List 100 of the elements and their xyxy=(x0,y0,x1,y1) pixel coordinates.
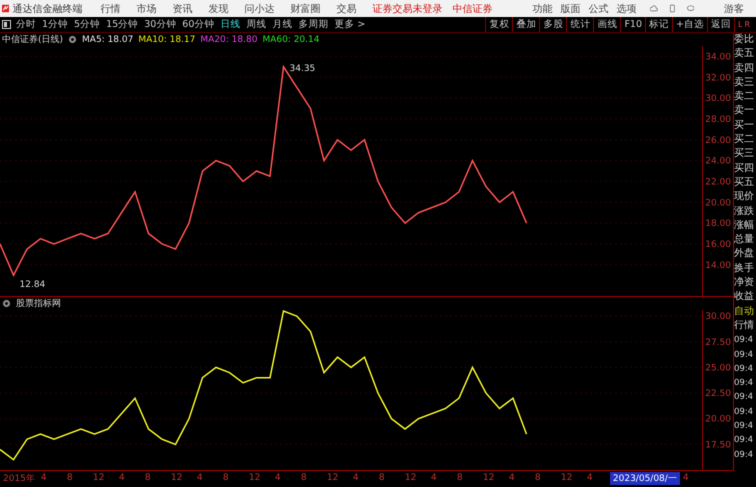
corner-label: L xyxy=(738,20,742,29)
axis-tick-label: 20.00 xyxy=(705,198,731,208)
menu-item[interactable]: 公式 xyxy=(588,2,608,16)
date-axis-label: 12 xyxy=(404,473,418,483)
panel-toggle-icon[interactable] xyxy=(2,20,11,29)
toolbar-button[interactable]: +自选 xyxy=(672,17,707,32)
menu-item[interactable]: 功能 xyxy=(532,2,552,16)
date-axis-label: 8 xyxy=(300,473,308,483)
broker-link[interactable]: 中信证券 xyxy=(452,2,492,16)
quote-field-label: 总量 xyxy=(734,233,755,248)
quote-field-label: 卖四 xyxy=(734,62,755,76)
toolbar-button[interactable]: 多股 xyxy=(539,17,566,32)
period-tab[interactable]: 1分钟 xyxy=(42,18,68,31)
tick-time-label: 09:4 xyxy=(734,448,754,462)
tick-time-label: 09:4 xyxy=(734,391,754,404)
axis-tick-label: 18.00 xyxy=(705,219,731,230)
axis-tick-label: 30.00 xyxy=(705,94,731,104)
date-axis-label: 4 xyxy=(196,473,204,483)
period-tab[interactable]: 多周期 xyxy=(298,18,328,31)
axis-tick-label: 26.00 xyxy=(705,136,731,146)
quote-field-label: 卖一 xyxy=(734,104,755,118)
quote-field-label: 卖二 xyxy=(734,90,755,104)
date-axis-label: 4 xyxy=(682,473,690,483)
axis-tick-label: 28.00 xyxy=(705,114,731,125)
date-axis-label: 8 xyxy=(222,473,230,483)
menu-item[interactable]: 资讯 xyxy=(172,2,192,16)
period-tab[interactable]: 60分钟 xyxy=(182,18,214,31)
date-axis-label: 8 xyxy=(144,473,152,483)
menu-item[interactable]: 选项 xyxy=(616,2,636,16)
period-tab[interactable]: 日线 xyxy=(220,18,240,31)
period-tab[interactable]: 周线 xyxy=(246,18,266,31)
date-axis-label: 4 xyxy=(118,473,126,483)
tick-time-label: 09:4 xyxy=(734,348,754,362)
toolbar-button[interactable]: 返回 xyxy=(707,17,734,32)
menu-item[interactable]: 版面 xyxy=(560,2,580,16)
chart-title: 中信证券(日线) xyxy=(2,34,64,46)
toolbar-button[interactable]: 统计 xyxy=(566,17,594,32)
period-tab[interactable]: 5分钟 xyxy=(74,18,100,31)
cloud-icon[interactable] xyxy=(650,4,658,13)
date-axis-label: 8 xyxy=(534,473,542,483)
tick-time-label: 09:4 xyxy=(734,362,754,376)
date-axis-label: 8 xyxy=(456,473,464,483)
date-axis-label: 4 xyxy=(586,473,594,483)
date-axis-label: 8 xyxy=(378,473,386,483)
date-axis-label: 12 xyxy=(248,473,262,483)
quote-field-label: 收益 xyxy=(734,290,755,304)
axis-tick-label: 27.50 xyxy=(705,338,731,348)
toolbar-button[interactable]: 复权 xyxy=(485,17,512,32)
toolbar-button[interactable]: 标记 xyxy=(645,17,672,32)
toolbar-button[interactable]: 叠加 xyxy=(512,17,540,32)
period-tab[interactable]: 月线 xyxy=(272,18,292,31)
date-axis-label: 8 xyxy=(66,473,74,483)
ma-value-label: MA60: 20.14 xyxy=(262,34,320,44)
phone-icon[interactable] xyxy=(670,3,675,14)
menu-item[interactable]: 行情 xyxy=(100,2,120,16)
menu-item[interactable]: 问小达 xyxy=(244,2,274,16)
date-axis-label: 12 xyxy=(326,473,340,483)
mode-label[interactable]: 行情 xyxy=(734,318,756,334)
tick-time-label: 09:4 xyxy=(734,334,754,348)
date-axis-label: 12 xyxy=(482,473,496,483)
ma-value-label: MA5: 18.07 xyxy=(82,34,134,44)
axis-tick-label: 24.00 xyxy=(705,156,731,167)
menu-item[interactable]: 交易 xyxy=(336,2,356,16)
period-tab[interactable]: 15分钟 xyxy=(106,18,138,31)
period-tab[interactable]: 分时 xyxy=(16,18,36,31)
period-tab[interactable]: 30分钟 xyxy=(144,18,176,31)
menu-item[interactable]: 财富圈 xyxy=(290,2,320,16)
quote-field-label: 买一 xyxy=(734,118,755,133)
menu-item[interactable]: 发现 xyxy=(208,2,228,16)
quote-field-label: 涨跌 xyxy=(734,204,755,219)
date-axis-label: 12 xyxy=(560,473,574,483)
axis-tick-label: 32.00 xyxy=(705,73,731,84)
date-axis-label: 4 xyxy=(508,473,516,483)
date-axis-label: 4 xyxy=(274,473,282,483)
axis-tick-label: 30.00 xyxy=(705,312,731,322)
tick-time-label: 09:4 xyxy=(734,420,754,434)
high-price-label: 34.35 xyxy=(290,64,316,74)
quote-field-label: 委比 xyxy=(734,33,755,47)
indicator-title: 股票指标网 xyxy=(16,298,61,310)
ma-value-label: MA10: 18.17 xyxy=(138,34,196,44)
user-label[interactable]: 游客 xyxy=(724,2,744,16)
ma-value-label: MA20: 18.80 xyxy=(200,34,258,44)
login-status-link[interactable]: 证券交易未登录 xyxy=(372,2,442,16)
corner-label: R xyxy=(744,20,750,29)
quote-field-label: 买四 xyxy=(734,162,755,176)
axis-tick-label: 20.00 xyxy=(705,414,731,425)
date-axis-label: 2023/05/08/一 xyxy=(610,472,680,484)
axis-tick-label: 22.50 xyxy=(705,389,731,400)
quote-field-label: 外盘 xyxy=(734,247,755,262)
mode-label[interactable]: 自动 xyxy=(734,304,756,319)
toolbar-button[interactable]: F10 xyxy=(620,17,646,32)
axis-tick-label: 22.00 xyxy=(705,177,731,188)
tick-time-label: 09:4 xyxy=(734,434,754,448)
toolbar-button[interactable]: 画线 xyxy=(593,17,620,32)
more-button[interactable]: 更多 > xyxy=(334,18,366,31)
axis-tick-label: 17.50 xyxy=(705,440,731,450)
menu-item[interactable]: 市场 xyxy=(136,2,156,16)
quote-field-label: 换手 xyxy=(734,262,755,276)
app-title: 通达信金融终端 xyxy=(12,2,82,16)
date-axis-label: 4 xyxy=(352,473,360,483)
